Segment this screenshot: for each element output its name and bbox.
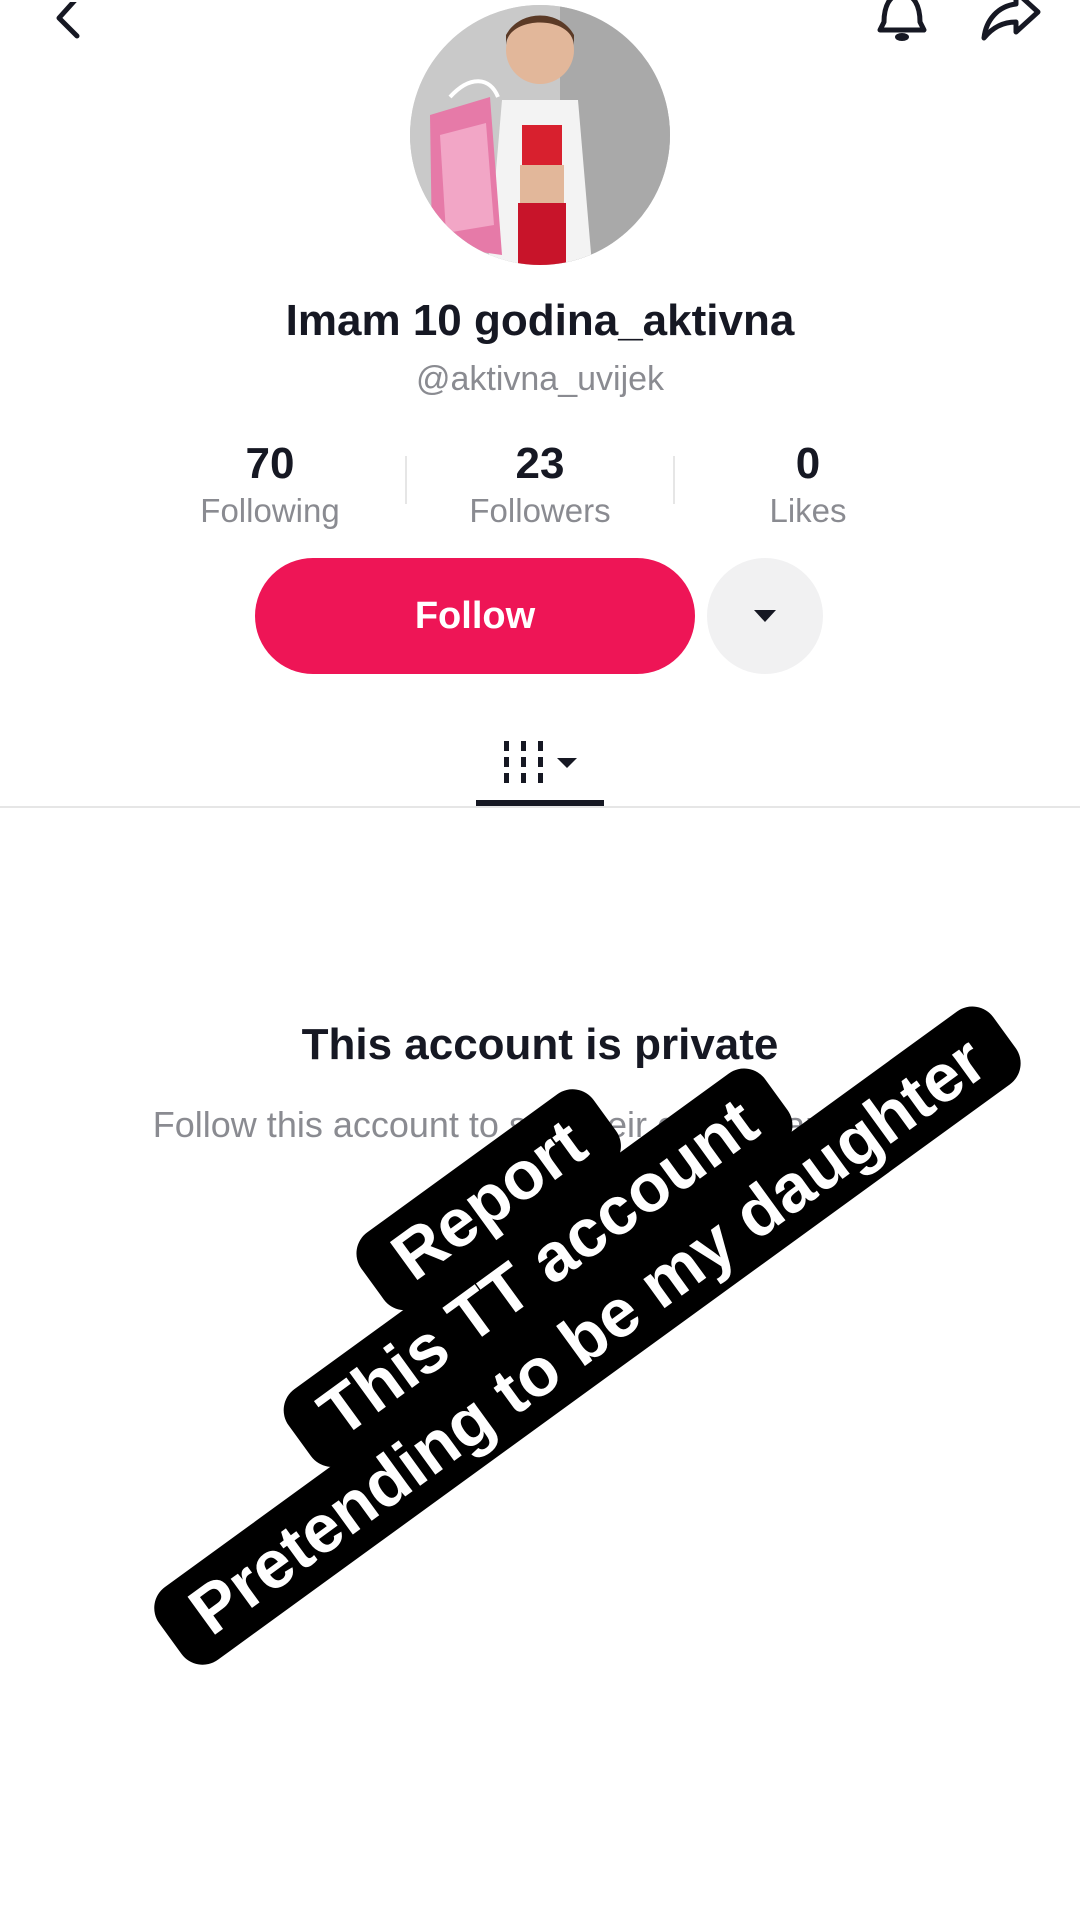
stat-divider [405,456,407,504]
avatar[interactable] [410,5,670,265]
bell-icon [877,0,927,41]
display-name: Imam 10 godina_aktivna [285,296,795,345]
stats-row: 70 Following 23 Followers 0 Likes [0,440,1080,530]
stat-label: Followers [469,492,611,529]
stat-value: 0 [795,439,821,488]
notifications-button[interactable] [872,0,932,46]
stat-label: Following [200,492,340,529]
tab-indicator [476,800,604,806]
stat-followers[interactable]: 23 Followers [405,440,675,532]
stat-likes[interactable]: 0 Likes [673,440,943,532]
share-arrow-icon [981,0,1041,41]
stat-label: Likes [769,492,847,529]
back-button[interactable] [44,0,94,44]
share-button[interactable] [976,0,1046,46]
more-options-button[interactable] [707,558,823,674]
stat-value: 70 [245,439,295,488]
chevron-left-icon [56,2,80,39]
follow-button[interactable]: Follow [255,558,695,674]
tab-videos[interactable] [476,720,604,806]
stat-divider [673,456,675,504]
content-tab-bar [0,720,1080,808]
caret-down-icon [754,610,776,622]
report-overlay-caption: Report This TT account Pretending to be … [49,865,1032,1676]
username-handle: @aktivna_uvijek [415,360,665,398]
grid-columns-icon [504,741,543,783]
profile-photo [410,5,670,265]
stat-value: 23 [515,439,565,488]
caret-down-icon [557,758,577,768]
stat-following[interactable]: 70 Following [135,440,405,532]
